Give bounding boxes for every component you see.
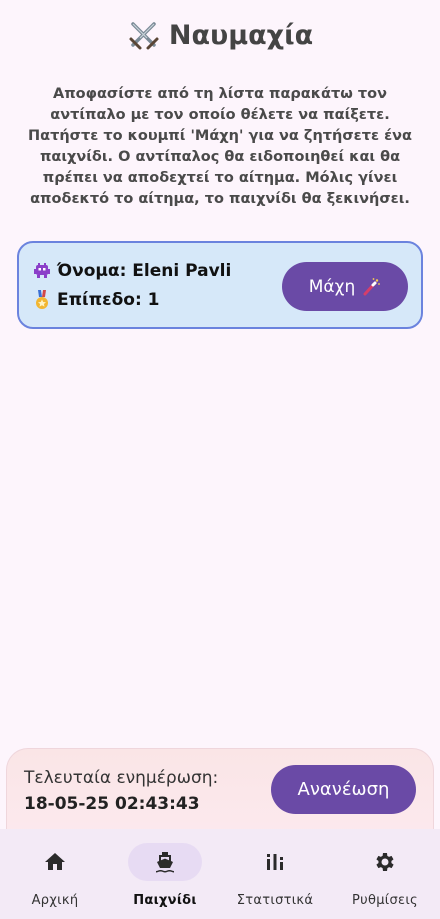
home-icon bbox=[45, 853, 65, 870]
magic-wand-icon bbox=[361, 277, 381, 297]
page-header: Ναυμαχία bbox=[0, 18, 440, 52]
nav-pill-settings bbox=[348, 843, 422, 881]
nav-label-settings: Ρυθμίσεις bbox=[352, 893, 418, 908]
bar-chart-icon bbox=[267, 854, 283, 870]
opponent-name: Όνομα: Eleni Pavli bbox=[57, 261, 232, 281]
battle-page: Ναυμαχία Αποφασίστε από τη λίστα παρακάτ… bbox=[0, 0, 440, 919]
battle-button-label: Μάχη bbox=[308, 276, 356, 297]
nav-pill-statistics bbox=[238, 843, 312, 881]
opponent-level: Επίπεδο: 1 bbox=[57, 290, 160, 310]
last-update-timestamp: 18-05-25 02:43:43 bbox=[24, 794, 200, 814]
opponent-card: Όνομα: Eleni Pavli Επίπεδο: 1 Μάχη bbox=[17, 241, 423, 329]
nav-item-statistics[interactable]: Στατιστικά bbox=[220, 829, 330, 919]
nav-item-settings[interactable]: Ρυθμίσεις bbox=[330, 829, 440, 919]
refresh-button[interactable]: Ανανέωση bbox=[271, 765, 416, 814]
battle-button[interactable]: Μάχη bbox=[282, 262, 408, 311]
crossed-swords-icon bbox=[127, 18, 161, 52]
ship-icon bbox=[156, 852, 174, 873]
page-title: Ναυμαχία bbox=[168, 19, 314, 51]
opponent-name-row: Όνομα: Eleni Pavli bbox=[32, 261, 231, 281]
nav-pill-home bbox=[18, 843, 92, 881]
nav-item-home[interactable]: Αρχική bbox=[0, 829, 110, 919]
nav-label-home: Αρχική bbox=[31, 893, 79, 908]
nav-pill-game bbox=[128, 843, 202, 881]
gear-icon bbox=[376, 853, 394, 871]
nav-label-game: Παιχνίδι bbox=[133, 893, 197, 908]
last-update-panel: Τελευταία ενημέρωση: 18-05-25 02:43:43 Α… bbox=[6, 748, 434, 838]
nav-item-game[interactable]: Παιχνίδι bbox=[110, 829, 220, 919]
nav-label-statistics: Στατιστικά bbox=[236, 893, 314, 908]
bottom-navigation: Αρχική Παιχνίδι Στατιστικά Ρυθμίσεις bbox=[0, 829, 440, 919]
instructions-text: Αποφασίστε από τη λίστα παρακάτω τον αντ… bbox=[27, 86, 413, 207]
opponent-level-row: Επίπεδο: 1 bbox=[32, 290, 160, 310]
last-update-label: Τελευταία ενημέρωση: bbox=[24, 768, 219, 788]
alien-monster-icon bbox=[32, 261, 52, 281]
medal-icon bbox=[32, 290, 52, 310]
